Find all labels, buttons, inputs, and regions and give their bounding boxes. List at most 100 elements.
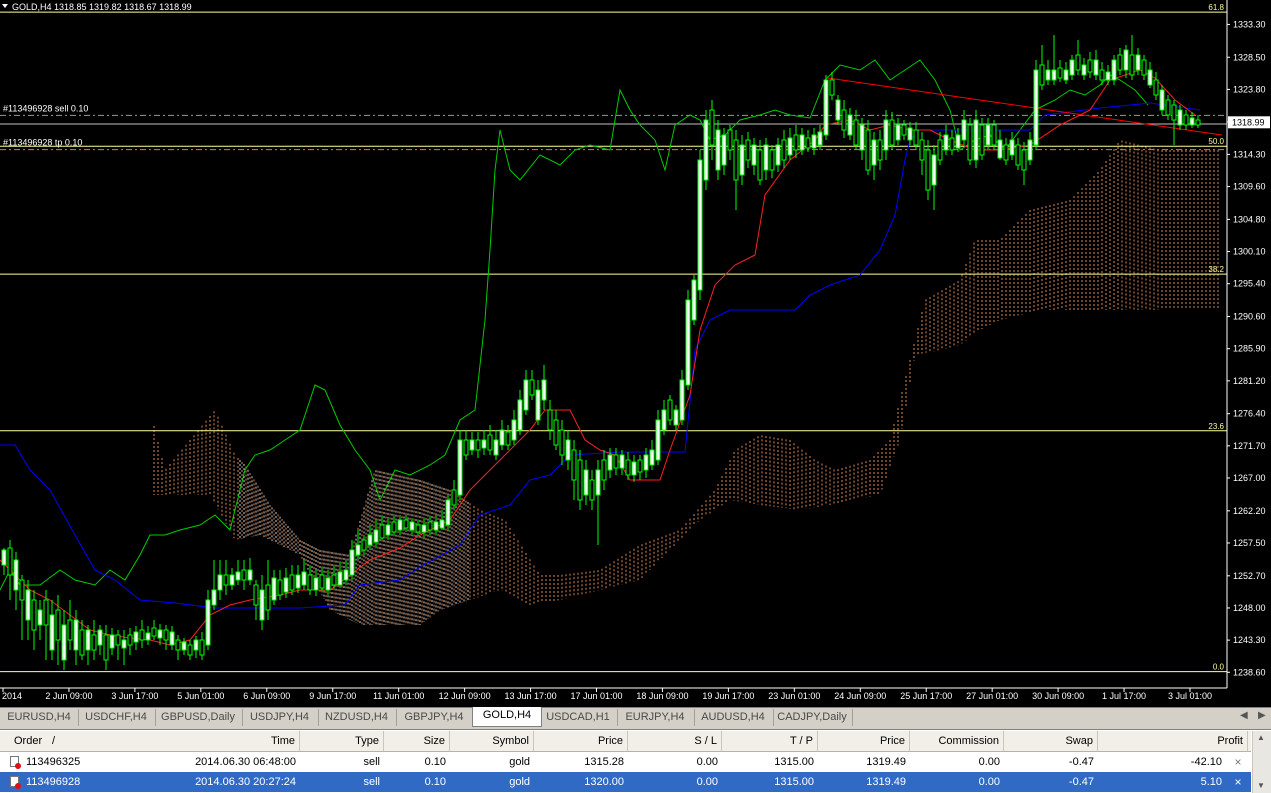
chart-window[interactable]: 61.8 50.0 38.2 23.6 0.0 #113496928 sell 0.10 #… — [0, 0, 1271, 707]
fibo-level-label: 0.0 — [1213, 663, 1225, 672]
vertical-scrollbar[interactable]: ▲ ▼ — [1252, 731, 1271, 793]
candle-body — [445, 499, 451, 526]
candle-body — [691, 279, 697, 321]
candle-body — [1027, 139, 1033, 161]
candle-body — [1093, 59, 1099, 76]
candle-body — [217, 574, 223, 591]
candle-body — [619, 454, 625, 469]
candle-body — [1153, 79, 1159, 96]
column-header-commission[interactable]: Commission — [910, 731, 1004, 751]
candle-body — [247, 569, 253, 581]
close-order-icon[interactable]: × — [1231, 772, 1245, 792]
candle-body — [847, 114, 853, 136]
tab-usdcad-h1[interactable]: USDCAD,H1 — [539, 709, 618, 726]
tabs-scroll-left-icon[interactable]: ◀ — [1240, 710, 1248, 721]
tab-gold-h4[interactable]: GOLD,H4 — [472, 707, 542, 727]
tabs-scroll-right-icon[interactable]: ▶ — [1258, 710, 1266, 721]
tab-usdchf-h4[interactable]: USDCHF,H4 — [77, 709, 156, 726]
column-header-t-p[interactable]: T / P — [722, 731, 818, 751]
candle-body — [607, 454, 613, 471]
tab-gbpusd-daily[interactable]: GBPUSD,Daily — [154, 709, 243, 726]
tab-gbpjpy-h4[interactable]: GBPJPY,H4 — [395, 709, 474, 726]
tab-eurjpy-h4[interactable]: EURJPY,H4 — [616, 709, 695, 726]
candle-body — [757, 149, 763, 181]
order-cell-order: 113496325 — [26, 756, 81, 768]
candle-body — [1081, 64, 1087, 76]
orders-table-header: Order / Time Type Size Symbol Price S / LT / PP… — [0, 731, 1251, 752]
order-row[interactable]: 113496928 2014.06.30 20:27:24 sell 0.10 gold… — [0, 772, 1251, 792]
column-header-swap[interactable]: Swap — [1004, 731, 1098, 751]
candle-body — [523, 379, 529, 411]
order-cell-sl: 0.00 — [696, 756, 718, 768]
price-label: 1328.50 — [1233, 52, 1266, 62]
time-label: 6 Jun 09:00 — [243, 691, 290, 701]
candle-body — [517, 399, 523, 431]
candle-body — [1135, 54, 1141, 71]
candle-body — [1147, 69, 1153, 86]
candle-body — [829, 79, 835, 96]
scroll-down-icon[interactable]: ▼ — [1257, 781, 1265, 790]
column-header-sort[interactable]: / — [48, 731, 108, 751]
column-header-symbol[interactable]: Symbol — [450, 731, 534, 751]
chart-header-ohlc: GOLD,H4 1318.85 1319.82 1318.67 1318.99 — [12, 2, 192, 12]
tab-audusd-h4[interactable]: AUDUSD,H4 — [693, 709, 774, 726]
tab-nzdusd-h4[interactable]: NZDUSD,H4 — [317, 709, 397, 726]
close-order-icon[interactable]: × — [1231, 752, 1245, 772]
candle-body — [457, 439, 463, 496]
order-cell-swap: -0.47 — [1068, 776, 1094, 788]
orders-table: Order / Time Type Size Symbol Price S / LT / PP… — [0, 729, 1271, 793]
price-label: 1267.00 — [1233, 473, 1266, 483]
candle-body — [901, 124, 907, 136]
price-label: 1262.20 — [1233, 506, 1266, 516]
candle-body — [505, 431, 511, 446]
time-label: 30 May 2014 — [0, 691, 22, 701]
tab-cadjpy-daily[interactable]: CADJPY,Daily — [772, 709, 853, 726]
candle-body — [331, 574, 337, 586]
column-header-time[interactable]: Time — [128, 731, 300, 751]
candle-body — [253, 584, 259, 606]
candle-body — [1189, 117, 1195, 126]
price-chart[interactable]: 61.8 50.0 38.2 23.6 0.0 #113496928 sell 0.10 #… — [0, 0, 1271, 707]
candle-body — [163, 629, 169, 641]
column-header-price[interactable]: Price — [534, 731, 628, 751]
tab-eurusd-h4[interactable]: EURUSD,H4 — [0, 709, 79, 726]
order-cell-profit: 5.10 — [1200, 776, 1222, 788]
order-line-label: #113496928 tp 0.10 — [3, 138, 82, 148]
candle-body — [919, 139, 925, 161]
candle-body — [1111, 59, 1117, 81]
candle-body — [625, 459, 631, 476]
column-header-s-l[interactable]: S / L — [628, 731, 722, 751]
order-row[interactable]: 113496325 2014.06.30 06:48:00 sell 0.10 gold… — [0, 752, 1251, 772]
candle-body — [721, 134, 727, 166]
candle-body — [679, 379, 685, 421]
candle-body — [277, 579, 283, 596]
tab-usdjpy-h4[interactable]: USDJPY,H4 — [241, 709, 319, 726]
candle-body — [1171, 104, 1177, 121]
candle-body — [199, 639, 205, 656]
price-label: 1295.40 — [1233, 279, 1266, 289]
candle-body — [283, 577, 289, 593]
candle-body — [7, 547, 13, 576]
time-label: 1 Jul 17:00 — [1102, 691, 1146, 701]
scroll-up-icon[interactable]: ▲ — [1257, 733, 1265, 742]
chart-tabs-bar: EURUSD,H4 USDCHF,H4 GBPUSD,Daily USDJPY,H4 N… — [0, 707, 1271, 727]
candle-body — [151, 627, 157, 637]
candle-body — [1129, 54, 1135, 76]
column-header-order[interactable]: Order — [10, 731, 48, 751]
candle-body — [169, 631, 175, 646]
column-header-price[interactable]: Price — [818, 731, 910, 751]
candle-body — [931, 154, 937, 186]
candle-body — [541, 379, 547, 401]
kijun-sen-line — [0, 102, 1201, 609]
column-header-profit[interactable]: Profit — [1098, 731, 1248, 751]
candle-body — [265, 584, 271, 611]
order-cell-order: 113496928 — [26, 776, 81, 788]
candle-body — [295, 574, 301, 589]
candle-body — [397, 519, 403, 531]
candle-body — [289, 574, 295, 591]
order-cell-size: 0.10 — [424, 756, 446, 768]
column-header-size[interactable]: Size — [384, 731, 450, 751]
candle-body — [793, 134, 799, 151]
column-header-type[interactable]: Type — [300, 731, 384, 751]
order-cell-cur-price: 1319.49 — [866, 756, 906, 768]
